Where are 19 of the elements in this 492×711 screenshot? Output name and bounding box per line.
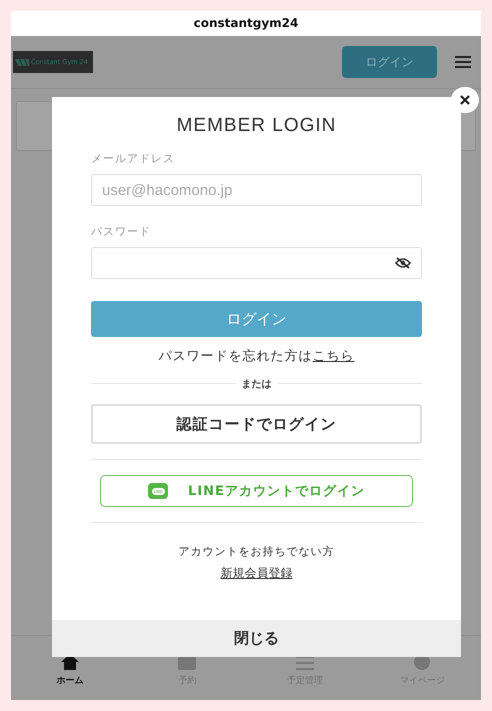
login-button[interactable]: ログイン — [91, 301, 422, 337]
forgot-password-text: パスワードを忘れた方は こちら — [158, 348, 356, 365]
login-button[interactable]: ログイン — [342, 46, 437, 78]
eye-slash-icon[interactable] — [395, 257, 411, 269]
logo-icon — [15, 58, 29, 66]
email-field[interactable]: user@hacomono.jp — [91, 174, 422, 206]
password-field[interactable] — [91, 247, 422, 279]
email-label: メールアドレス — [91, 151, 176, 166]
window-title: constantgym24 — [11, 11, 481, 36]
signup-prompt: アカウントをお持ちでない方 — [178, 544, 336, 559]
close-button[interactable]: 閉じる — [52, 620, 461, 657]
dialog-title: MEMBER LOGIN — [176, 115, 338, 137]
close-icon[interactable] — [451, 87, 479, 113]
password-label: パスワード — [91, 224, 152, 239]
menu-icon[interactable] — [455, 56, 471, 68]
separator-text: または — [236, 377, 278, 391]
code-login-button[interactable]: 認証コードでログイン — [91, 404, 422, 444]
signup-link[interactable]: 新規会員登録 — [220, 565, 292, 582]
forgot-password-link[interactable]: こちら — [312, 349, 354, 364]
